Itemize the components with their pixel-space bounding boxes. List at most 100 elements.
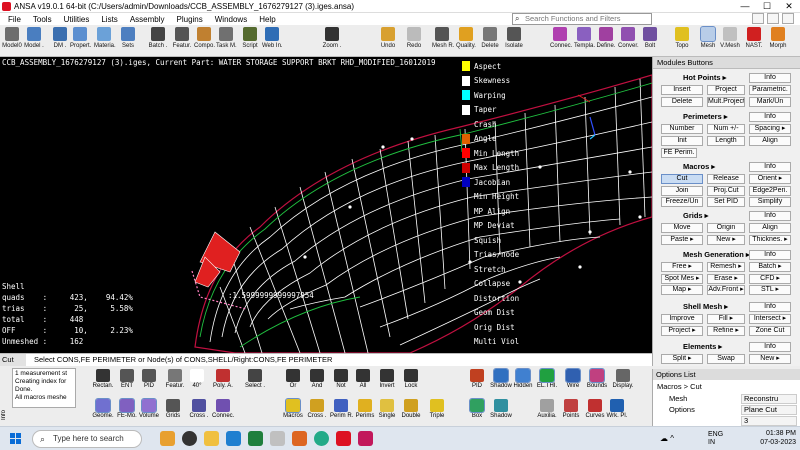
- split-button[interactable]: Split ▸: [661, 354, 703, 364]
- macros-visibility-button[interactable]: Macros: [282, 398, 304, 419]
- menu-lists[interactable]: Lists: [101, 15, 117, 24]
- option-value[interactable]: Reconstru: [741, 394, 797, 404]
- morph-toolbar-button[interactable]: Morph: [768, 27, 788, 49]
- adv-front-button[interactable]: Adv.Front ▸: [707, 285, 745, 295]
- new-button[interactable]: New ▸: [707, 234, 745, 245]
- taskbar-search-input[interactable]: ⌕ Type here to search: [32, 430, 142, 448]
- system-clock[interactable]: 01:38 PM 07-03-2023: [760, 429, 796, 447]
- task-view-taskbar-icon[interactable]: [182, 431, 197, 446]
- edge2peri-button[interactable]: Edge2Peri.: [749, 185, 791, 196]
- set-pid-button[interactable]: Set PID: [707, 197, 745, 207]
- templa-toolbar-button[interactable]: Templa.: [574, 27, 595, 49]
- grids-visibility-button[interactable]: Grids: [162, 399, 184, 419]
- tray-weather[interactable]: ☁ ^: [660, 434, 674, 443]
- erase-button[interactable]: Erase ▸: [707, 273, 745, 284]
- powerpoint-taskbar-icon[interactable]: [292, 431, 307, 446]
- points-visibility-button[interactable]: Points: [560, 399, 582, 419]
- shell-mesh-info-button[interactable]: Info: [749, 302, 791, 312]
- macros-info-button[interactable]: Info: [749, 162, 791, 172]
- simplify-button[interactable]: Simplify: [749, 197, 791, 207]
- rectan-button[interactable]: Rectan.: [92, 369, 114, 389]
- macros-title[interactable]: Macros ▸: [683, 162, 715, 171]
- hot-points-info-button[interactable]: Info: [749, 73, 791, 83]
- help-icon[interactable]: [782, 13, 794, 24]
- join-button[interactable]: Join: [661, 185, 703, 196]
- perimeters-title[interactable]: Perimeters ▸: [683, 112, 728, 121]
- swap-button[interactable]: Swap: [707, 354, 745, 364]
- window-layout-icon[interactable]: [767, 13, 779, 24]
- wire-button[interactable]: Wire: [562, 368, 584, 389]
- paste-button[interactable]: Paste ▸: [661, 234, 703, 245]
- triple-visibility-button[interactable]: Triple: [426, 399, 448, 419]
- pid-button[interactable]: PID: [138, 369, 160, 389]
- stl-button[interactable]: STL ▸: [749, 285, 791, 295]
- mult-project-button[interactable]: Mult.Project: [707, 96, 745, 107]
- shell-mesh-title[interactable]: Shell Mesh ▸: [683, 302, 728, 311]
- refine-button[interactable]: Refine ▸: [707, 325, 745, 336]
- spot-mes-button[interactable]: Spot Mes ▸: [661, 273, 703, 284]
- chrome-taskbar-icon[interactable]: [314, 431, 329, 446]
- batch-button[interactable]: Batch ▸: [749, 262, 791, 272]
- geome-visibility-button[interactable]: Geome.: [92, 398, 114, 419]
- excel-taskbar-icon[interactable]: [248, 431, 263, 446]
- close-button[interactable]: ✕: [778, 0, 800, 13]
- menu-tools[interactable]: Tools: [33, 15, 52, 24]
- sets-toolbar-button[interactable]: Sets: [118, 27, 138, 49]
- fill-button[interactable]: Fill ▸: [707, 314, 745, 324]
- featur-toolbar-button[interactable]: Featur.: [172, 27, 192, 49]
- shadow-button[interactable]: Shadow: [490, 368, 512, 389]
- release-button[interactable]: Release: [707, 174, 745, 184]
- search-input[interactable]: ⌕ Search Functions and Filters: [512, 13, 652, 25]
- zoom-toolbar-button[interactable]: Zoom .: [322, 27, 342, 49]
- elements-title[interactable]: Elements ▸: [683, 342, 722, 351]
- model-toolbar-button[interactable]: Model .: [24, 27, 44, 49]
- menu-utilities[interactable]: Utilities: [64, 15, 90, 24]
- dm-toolbar-button[interactable]: DM .: [50, 27, 70, 49]
- fe-perim-button[interactable]: FE Perim.: [661, 148, 697, 158]
- align-button[interactable]: Align: [749, 223, 791, 233]
- select-button[interactable]: Select .: [244, 369, 266, 389]
- single-visibility-button[interactable]: Single: [376, 399, 398, 419]
- curves-visibility-button[interactable]: Curves: [584, 399, 606, 419]
- intersect-button[interactable]: Intersect ▸: [749, 314, 791, 324]
- project-button[interactable]: Project ▸: [661, 325, 703, 336]
- shadow-visibility-button[interactable]: Shadow: [490, 399, 512, 419]
- word-taskbar-icon[interactable]: [226, 431, 241, 446]
- fe-mo-visibility-button[interactable]: FE-Mo.: [116, 398, 138, 419]
- nast-toolbar-button[interactable]: NAST.: [744, 27, 764, 49]
- batch-toolbar-button[interactable]: Batch .: [148, 27, 168, 49]
- menu-help[interactable]: Help: [259, 15, 275, 24]
- mark-un-button[interactable]: Mark/Un: [749, 96, 791, 107]
- minimize-button[interactable]: —: [734, 0, 756, 13]
- connec-visibility-button[interactable]: Connec.: [212, 399, 234, 419]
- isolate-toolbar-button[interactable]: Isolate: [504, 27, 524, 49]
- origin-button[interactable]: Origin: [707, 223, 745, 233]
- orient-button[interactable]: Orient ▸: [749, 174, 791, 184]
- materia-toolbar-button[interactable]: Materia.: [94, 27, 116, 49]
- align-button[interactable]: Align: [749, 135, 791, 146]
- move-button[interactable]: Move: [661, 223, 703, 233]
- freeze-un-button[interactable]: Freeze/Un: [661, 197, 703, 207]
- compo-toolbar-button[interactable]: Compo.: [194, 27, 215, 49]
- 40-button[interactable]: 40°: [186, 369, 208, 389]
- and-button[interactable]: And: [306, 369, 328, 389]
- propert-toolbar-button[interactable]: Propert.: [70, 27, 91, 49]
- remesh-button[interactable]: Remesh ▸: [707, 262, 745, 272]
- option-value[interactable]: Plane Cut: [741, 405, 797, 415]
- num-button[interactable]: Num +/-: [707, 124, 745, 134]
- delete-toolbar-button[interactable]: Delete: [480, 27, 500, 49]
- model0-toolbar-button[interactable]: Model0: [2, 27, 22, 49]
- task-m-toolbar-button[interactable]: Task M.: [216, 27, 237, 49]
- language-indicator[interactable]: ENG IN: [708, 431, 723, 447]
- auxilia-visibility-button[interactable]: Auxilia.: [536, 399, 558, 419]
- spacing-button[interactable]: Spacing ▸: [749, 124, 791, 134]
- featur-button[interactable]: Featur.: [164, 369, 186, 389]
- insert-button[interactable]: Insert: [661, 85, 703, 95]
- windows-start-icon[interactable]: [10, 433, 22, 445]
- grids-title[interactable]: Grids ▸: [683, 211, 708, 220]
- length-button[interactable]: Length: [707, 135, 745, 146]
- ent-button[interactable]: ENT: [116, 369, 138, 389]
- perim-r-visibility-button[interactable]: Perim R.: [330, 399, 353, 419]
- meta-taskbar-icon[interactable]: [358, 431, 373, 446]
- perimeters-info-button[interactable]: Info: [749, 112, 791, 122]
